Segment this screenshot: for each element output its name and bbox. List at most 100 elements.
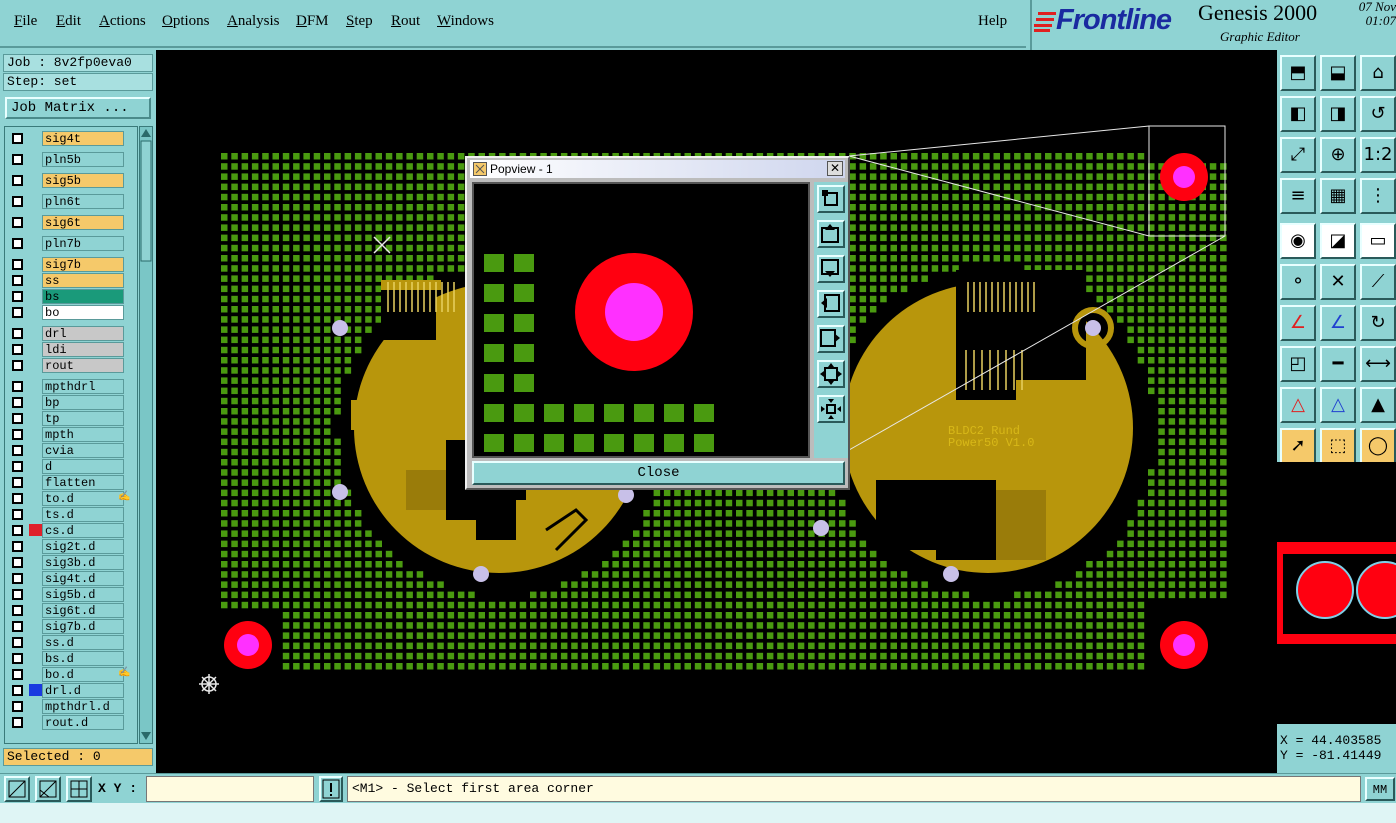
- menu-options[interactable]: Options: [162, 13, 210, 30]
- angle-blue-button[interactable]: ∠: [1320, 305, 1356, 341]
- layer-checkbox[interactable]: [12, 381, 23, 392]
- layer-row-ts-d[interactable]: ts.d: [7, 506, 135, 522]
- layer-row-mpthdrl-d[interactable]: mpthdrl.d: [7, 698, 135, 714]
- layer-row-to-d[interactable]: to.d ✍: [7, 490, 135, 506]
- layer-row-bo-d[interactable]: bo.d ✍: [7, 666, 135, 682]
- rotate-button[interactable]: ↻: [1360, 305, 1396, 341]
- select-feature-button[interactable]: ◉: [1280, 223, 1316, 259]
- layer-row-bp[interactable]: bp: [7, 394, 135, 410]
- layer-name[interactable]: drl: [42, 326, 124, 341]
- layer-row-bs-d[interactable]: bs.d: [7, 650, 135, 666]
- layer-name[interactable]: bo.d: [42, 667, 124, 682]
- layer-name[interactable]: rout.d: [42, 715, 124, 730]
- line-color-button[interactable]: ━: [1320, 346, 1356, 382]
- pan-right-button[interactable]: ◨: [1320, 96, 1356, 132]
- layer-row-drl-d[interactable]: drl.d: [7, 682, 135, 698]
- layer-row-cs-d[interactable]: cs.d: [7, 522, 135, 538]
- layer-checkbox[interactable]: [12, 653, 23, 664]
- grid-button[interactable]: [66, 776, 92, 802]
- minimap[interactable]: [1277, 462, 1396, 724]
- menu-file[interactable]: File: [14, 13, 37, 30]
- angle-red-button[interactable]: ∠: [1280, 305, 1316, 341]
- layer-row-pln7b[interactable]: pln7b: [7, 235, 135, 251]
- popview-titlebar[interactable]: Popview - 1 ✕: [470, 160, 845, 178]
- layer-checkbox[interactable]: [12, 525, 23, 536]
- layer-name[interactable]: tp: [42, 411, 124, 426]
- layer-name[interactable]: drl.d: [42, 683, 124, 698]
- layer-name[interactable]: bo: [42, 305, 124, 320]
- layer-name[interactable]: ss: [42, 273, 124, 288]
- layer-tools-button[interactable]: ≡: [1280, 178, 1316, 214]
- layer-name[interactable]: pln6t: [42, 194, 124, 209]
- layer-checkbox[interactable]: [12, 669, 23, 680]
- layer-checkbox[interactable]: [12, 413, 23, 424]
- layer-checkbox[interactable]: [12, 217, 23, 228]
- layer-name[interactable]: sig7b.d: [42, 619, 124, 634]
- popview-close-button[interactable]: Close: [472, 461, 845, 485]
- popview-pan-left-button[interactable]: [817, 290, 845, 318]
- ratio-button[interactable]: 1:2: [1360, 137, 1396, 173]
- layer-checkbox[interactable]: [12, 133, 23, 144]
- layer-checkbox[interactable]: [12, 291, 23, 302]
- layer-name[interactable]: bs.d: [42, 651, 124, 666]
- layer-checkbox[interactable]: [12, 557, 23, 568]
- layer-checkbox[interactable]: [12, 541, 23, 552]
- popview-pan-right-button[interactable]: [817, 325, 845, 353]
- layer-row-sig6t[interactable]: sig6t: [7, 214, 135, 230]
- layer-name[interactable]: d: [42, 459, 124, 474]
- layer-row-sig6t-d[interactable]: sig6t.d: [7, 602, 135, 618]
- layer-name[interactable]: sig6t.d: [42, 603, 124, 618]
- popview-fit-button[interactable]: [817, 185, 845, 213]
- layer-name[interactable]: rout: [42, 358, 124, 373]
- alert-button[interactable]: [319, 776, 343, 802]
- network-button[interactable]: ⋮: [1360, 178, 1396, 214]
- fit-button[interactable]: ⤢: [1280, 137, 1316, 173]
- cross-snap-button[interactable]: ✕: [1320, 264, 1356, 300]
- menu-actions[interactable]: Actions: [99, 13, 146, 30]
- menu-edit[interactable]: Edit: [56, 13, 81, 30]
- triangle-arrow-button[interactable]: ▲: [1360, 387, 1396, 423]
- job-matrix-button[interactable]: Job Matrix ...: [5, 97, 151, 119]
- layer-row-mpth[interactable]: mpth: [7, 426, 135, 442]
- triangle-blue-button[interactable]: △: [1320, 387, 1356, 423]
- layer-name[interactable]: cs.d: [42, 523, 124, 538]
- layer-name[interactable]: sig4t.d: [42, 571, 124, 586]
- layer-row-ss-d[interactable]: ss.d: [7, 634, 135, 650]
- layer-name[interactable]: flatten: [42, 475, 124, 490]
- layer-checkbox[interactable]: [12, 154, 23, 165]
- layer-name[interactable]: sig5b: [42, 173, 124, 188]
- layer-checkbox[interactable]: [12, 605, 23, 616]
- pointer-box-button[interactable]: ⬚: [1320, 428, 1356, 464]
- menu-rout[interactable]: Rout: [391, 13, 420, 30]
- layer-checkbox[interactable]: [12, 461, 23, 472]
- layer-name[interactable]: sig3b.d: [42, 555, 124, 570]
- layer-row-sig5b[interactable]: sig5b: [7, 172, 135, 188]
- layer-row-rout-d[interactable]: rout.d: [7, 714, 135, 730]
- layer-row-bo[interactable]: bo: [7, 304, 135, 320]
- layer-checkbox[interactable]: [12, 196, 23, 207]
- measure-button[interactable]: [35, 776, 61, 802]
- units-button[interactable]: MM: [1365, 777, 1395, 801]
- layer-checkbox[interactable]: [12, 429, 23, 440]
- layer-name[interactable]: bp: [42, 395, 124, 410]
- ruler-button[interactable]: ▭: [1360, 223, 1396, 259]
- layer-checkbox[interactable]: [12, 445, 23, 456]
- menu-help[interactable]: Help: [978, 13, 1007, 30]
- layer-row-sig5b-d[interactable]: sig5b.d: [7, 586, 135, 602]
- pan-bottom-button[interactable]: ⬓: [1320, 55, 1356, 91]
- layer-row-flatten[interactable]: flatten: [7, 474, 135, 490]
- layer-row-sig7b[interactable]: sig7b: [7, 256, 135, 272]
- layer-row-pln6t[interactable]: pln6t: [7, 193, 135, 209]
- zoom-center-button[interactable]: ⊕: [1320, 137, 1356, 173]
- layer-checkbox[interactable]: [12, 621, 23, 632]
- popview-zoom-out-button[interactable]: [817, 360, 845, 388]
- layer-row-d[interactable]: d: [7, 458, 135, 474]
- menu-dfm[interactable]: DFM: [296, 13, 329, 30]
- undo-view-button[interactable]: ↺: [1360, 96, 1396, 132]
- home-button[interactable]: ⌂: [1360, 55, 1396, 91]
- layer-name[interactable]: sig2t.d: [42, 539, 124, 554]
- layer-row-tp[interactable]: tp: [7, 410, 135, 426]
- feature-diagonal-button[interactable]: ◪: [1320, 223, 1356, 259]
- layer-checkbox[interactable]: [12, 477, 23, 488]
- layer-name[interactable]: pln7b: [42, 236, 124, 251]
